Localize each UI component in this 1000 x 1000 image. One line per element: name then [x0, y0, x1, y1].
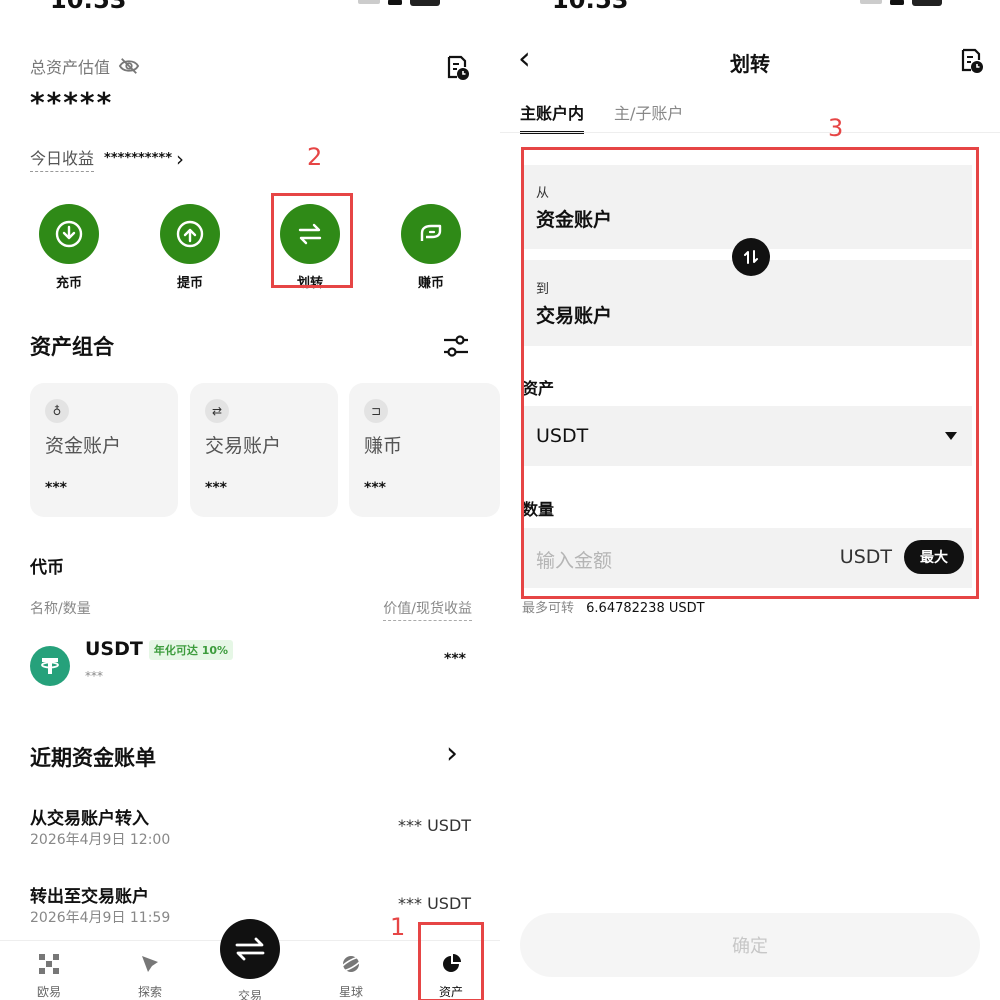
- tab-within-main[interactable]: 主账户内: [520, 100, 585, 134]
- status-time: 10:53: [50, 0, 127, 14]
- bill-item-time: 2026年4月9日 11:59: [30, 910, 171, 926]
- trade-fab-button[interactable]: [220, 919, 280, 979]
- signal-icon: [358, 0, 380, 4]
- coin-name: USDT: [85, 638, 143, 660]
- annotation-number-1: 1: [390, 913, 406, 941]
- max-transferable-value: 6.64782238 USDT: [586, 601, 705, 616]
- trading-account-card[interactable]: ⇄ 交易账户 ***: [190, 383, 338, 517]
- card-name: 赚币: [364, 435, 403, 457]
- coin-value: ***: [444, 651, 466, 667]
- status-icons: [860, 0, 942, 6]
- filter-sliders-icon[interactable]: [443, 334, 469, 358]
- tab-planet[interactable]: 星球: [321, 953, 381, 1000]
- earn-small-icon: ⊐: [364, 399, 388, 423]
- wifi-icon: [890, 0, 904, 5]
- header-name-qty: 名称/数量: [30, 601, 91, 617]
- deposit-icon: [39, 204, 99, 264]
- tab-trade-label-wrap[interactable]: 交易: [220, 979, 280, 1000]
- page-title: 划转: [730, 52, 770, 76]
- chevron-right-icon[interactable]: ›: [446, 736, 458, 771]
- transfer-tabs: 主账户内 主/子账户: [520, 100, 683, 134]
- bill-item-amount: *** USDT: [398, 894, 472, 913]
- chevron-right-icon: ›: [176, 146, 184, 171]
- tokens-header: 名称/数量 价值/现货收益: [30, 598, 472, 621]
- max-transferable-row: 最多可转 6.64782238 USDT: [522, 597, 705, 616]
- total-assets-value: *****: [30, 86, 114, 119]
- compass-icon: [142, 956, 158, 972]
- status-icons: [358, 0, 440, 6]
- earn-button[interactable]: 赚币: [391, 204, 471, 291]
- tabs-divider: [500, 132, 1000, 133]
- today-earnings-label: 今日收益: [30, 145, 95, 172]
- earn-label: 赚币: [417, 276, 444, 291]
- card-name: 资金账户: [45, 435, 122, 457]
- today-earnings-value: **********: [104, 151, 172, 166]
- trade-swap-icon: [235, 937, 265, 961]
- okx-logo-icon: [39, 954, 59, 974]
- today-earnings-row[interactable]: 今日收益 ********** ›: [30, 145, 184, 172]
- withdraw-icon: [160, 204, 220, 264]
- deposit-label: 充币: [55, 276, 82, 291]
- bill-item-amount: *** USDT: [398, 816, 472, 835]
- tab-okx[interactable]: 欧易: [19, 953, 79, 1000]
- earn-icon: [401, 204, 461, 264]
- apy-badge: 年化可达 10%: [148, 639, 234, 660]
- deposit-button[interactable]: 充币: [29, 204, 109, 291]
- card-name: 交易账户: [205, 435, 282, 457]
- card-value: ***: [45, 480, 67, 496]
- bill-item-title: 转出至交易账户: [30, 887, 149, 907]
- withdraw-button[interactable]: 提币: [150, 204, 230, 291]
- tab-explore[interactable]: 探索: [120, 953, 180, 1000]
- money-bag-icon: ♁: [45, 399, 69, 423]
- signal-icon: [860, 0, 882, 4]
- confirm-button[interactable]: 确定: [520, 913, 980, 977]
- tab-label: 交易: [237, 989, 262, 1000]
- bill-item-title: 从交易账户转入: [30, 809, 149, 829]
- bill-history-icon[interactable]: [446, 55, 470, 81]
- battery-icon: [410, 0, 440, 6]
- header-value-pnl[interactable]: 价值/现货收益: [383, 598, 472, 621]
- bill-history-icon[interactable]: [960, 48, 984, 74]
- tab-label: 欧易: [36, 985, 61, 999]
- eye-hidden-icon[interactable]: [118, 56, 140, 76]
- tokens-title: 代币: [30, 558, 64, 578]
- status-time: 10:53: [552, 0, 629, 14]
- tab-label: 探索: [137, 985, 162, 999]
- total-assets-text: 总资产估值: [30, 58, 111, 77]
- annotation-number-3: 3: [828, 114, 844, 142]
- wifi-icon: [388, 0, 402, 5]
- planet-icon: [339, 956, 363, 972]
- annotation-box-2: [271, 193, 353, 288]
- card-value: ***: [205, 480, 227, 496]
- earn-card[interactable]: ⊐ 赚币 ***: [349, 383, 500, 517]
- swap-icon: ⇄: [205, 399, 229, 423]
- withdraw-label: 提币: [176, 276, 203, 291]
- max-transferable-label: 最多可转: [522, 601, 575, 616]
- card-value: ***: [364, 480, 386, 496]
- battery-icon: [912, 0, 942, 6]
- annotation-number-2: 2: [307, 143, 323, 171]
- bill-item-time: 2026年4月9日 12:00: [30, 832, 171, 848]
- funding-account-card[interactable]: ♁ 资金账户 ***: [30, 383, 178, 517]
- assets-screen: 10:53 总资产估值 ***** 今日收益 ********** › 充币 提…: [0, 0, 500, 1000]
- annotation-box-1: [418, 922, 484, 1000]
- total-assets-label: 总资产估值: [30, 54, 140, 78]
- coin-amount: ***: [85, 669, 103, 683]
- tab-main-sub[interactable]: 主/子账户: [614, 100, 683, 134]
- tab-label: 星球: [338, 985, 363, 999]
- portfolio-title: 资产组合: [30, 335, 114, 359]
- transfer-screen: 10:53 ‹ 划转 主账户内 主/子账户 从 资金账户 到 交易账户 资产 U…: [500, 0, 1000, 1000]
- usdt-row[interactable]: USDT 年化可达 10%: [85, 638, 234, 660]
- tether-logo-icon: [30, 646, 70, 686]
- annotation-box-3: [521, 147, 979, 599]
- recent-bills-title: 近期资金账单: [30, 746, 156, 770]
